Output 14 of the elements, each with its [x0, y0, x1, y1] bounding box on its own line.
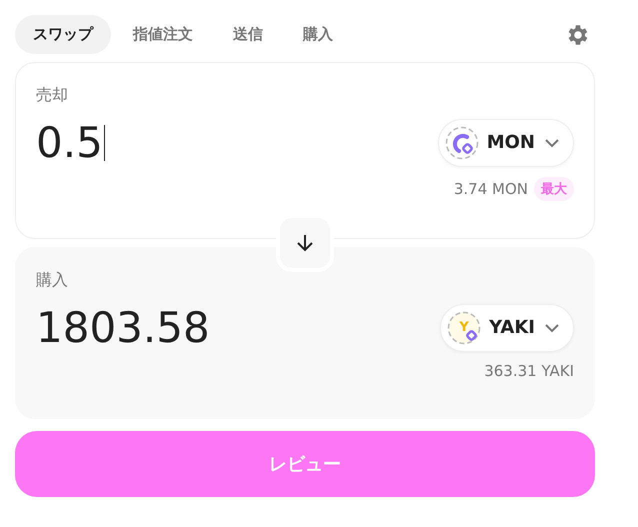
token-selector[interactable]: Y YAKI [440, 304, 574, 352]
tab[interactable]: 送信 [215, 15, 281, 54]
tab[interactable]: スワップ [15, 15, 111, 54]
balance-text: 3.74 MON [454, 180, 528, 198]
token-selector[interactable]: MON [438, 118, 574, 166]
tab[interactable]: 指値注文 [115, 15, 211, 54]
token-logo-icon [444, 126, 479, 160]
amount-field[interactable]: 1803.58 [36, 303, 210, 352]
balance-text: 363.31 YAKI [484, 362, 574, 380]
token-logo-icon: Y [447, 310, 482, 344]
amount-field[interactable]: 0.5 [36, 118, 106, 167]
sell-label: 売却 [36, 85, 69, 106]
buy-label: 購入 [36, 270, 69, 291]
tab[interactable]: 購入 [285, 15, 351, 54]
